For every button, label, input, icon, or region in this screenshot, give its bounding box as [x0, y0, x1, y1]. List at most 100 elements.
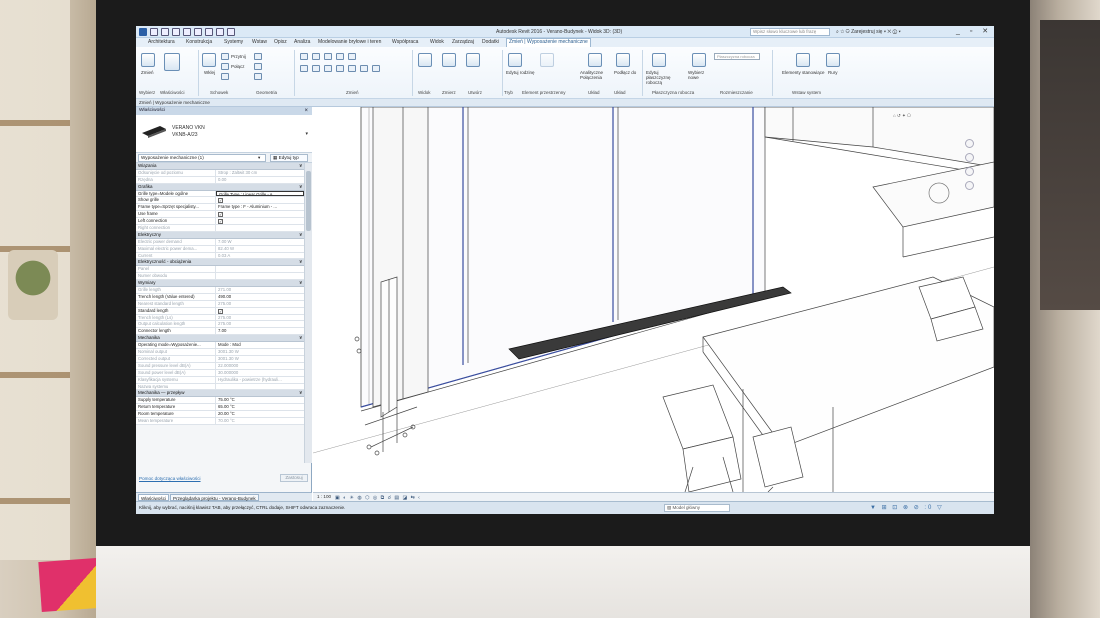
steering-wheel-icon[interactable] [965, 139, 974, 148]
tab-wspolpraca[interactable]: Współpraca [392, 39, 418, 45]
pick-new-icon[interactable] [692, 53, 706, 67]
paint-icon[interactable] [254, 73, 262, 80]
checkbox[interactable]: ✓ [218, 212, 223, 218]
type-selector[interactable]: VERANO VKN VKNB-A/23 ▾ [136, 115, 312, 153]
property-value[interactable]: 490.00 [216, 294, 304, 300]
property-row[interactable]: Frame type=Sprzęt specjalisty... Frame ty… [136, 204, 304, 212]
property-row[interactable]: Supply temperature 75.00 °C [136, 397, 304, 405]
sign-in-link[interactable]: ⌕ ☆ ⚇ Zarejestruj się ▾ ✕ ⓘ ▾ [836, 29, 901, 35]
scrollbar-thumb[interactable] [306, 171, 311, 231]
property-row[interactable]: Return temperature 65.00 °C [136, 404, 304, 412]
tab-dodatki[interactable]: Dodatki [482, 39, 499, 45]
property-value[interactable]: ✓ [216, 197, 304, 204]
property-value[interactable]: ✓ [216, 211, 304, 218]
print-icon[interactable] [194, 28, 202, 36]
property-row[interactable]: Room temperature 20.00 °C [136, 411, 304, 418]
collapse-icon[interactable]: ¥ [299, 390, 302, 396]
property-row[interactable]: Standard length ✓ [136, 307, 304, 315]
split-icon[interactable] [348, 53, 356, 60]
view-icon[interactable] [418, 53, 432, 67]
duct-icon[interactable] [826, 53, 840, 67]
analytical-connections-icon[interactable] [588, 53, 602, 67]
text-icon[interactable] [216, 28, 224, 36]
match-icon[interactable] [221, 73, 229, 80]
rotate-icon[interactable] [324, 65, 332, 72]
family-element-icon[interactable] [540, 53, 554, 67]
property-row[interactable]: Grille type=Modele ogólne Grille Type : L… [136, 190, 304, 198]
tab-analiza[interactable]: Analiza [294, 39, 310, 45]
cope-icon[interactable] [254, 53, 262, 60]
properties-icon[interactable] [164, 53, 180, 71]
checkbox[interactable]: ✓ [218, 219, 223, 225]
mirror-axis-icon[interactable] [324, 53, 332, 60]
align-icon[interactable] [300, 53, 308, 60]
property-row[interactable]: Operating mode=Wyposażenie... Mode : Mod [136, 342, 304, 350]
property-group-header[interactable]: Mechanika ¥ [136, 335, 304, 343]
close-icon[interactable]: × [304, 107, 308, 115]
tab-systemy[interactable]: Systemy [224, 39, 243, 45]
properties-help-link[interactable]: Pomoc dotycząca właściwości [139, 476, 201, 481]
property-value[interactable]: Grille Type : Linear Grille - A... [216, 190, 304, 197]
zoom-icon[interactable] [965, 153, 974, 162]
property-value[interactable]: Frame type : F - Aluminium - ... [216, 204, 304, 210]
tab-modify-mechanical[interactable]: Zmień | Wyposażenie mechaniczne [506, 38, 591, 47]
edit-type-button[interactable]: ▦ Edytuj typ [270, 154, 308, 162]
status-filter-icons[interactable]: ▼ ⊞ ⊡ ⊗ ⊘ :0 ▽ [870, 504, 944, 511]
modify-cursor-icon[interactable] [141, 53, 155, 67]
tab-konstrukcja[interactable]: Konstrukcja [186, 39, 212, 45]
property-row[interactable]: Trench length (Value entered) 490.00 [136, 293, 304, 301]
tab-project-browser[interactable]: Przeglądarka projektu - Verano-Budynek [170, 494, 259, 501]
workplane-field[interactable]: Płaszczyzna robocza [714, 53, 760, 60]
active-model-selector[interactable]: ▧ Model główny [664, 504, 730, 512]
chevron-down-icon[interactable]: ▾ [258, 155, 260, 161]
property-value[interactable]: 7.00 [216, 328, 304, 334]
property-value[interactable]: Mode : Mod [216, 342, 304, 348]
measure-icon[interactable] [205, 28, 213, 36]
property-value[interactable]: 75.00 °C [216, 397, 304, 403]
app-menu-icon[interactable] [139, 28, 147, 36]
property-group-header[interactable]: Elektryczność - obciążenia ¥ [136, 259, 304, 267]
model-3d-drawing[interactable] [313, 107, 994, 492]
copy-element-icon[interactable] [312, 65, 320, 72]
system-elements-icon[interactable] [796, 53, 810, 67]
cut-icon[interactable] [221, 53, 229, 60]
view-scale[interactable]: 1 : 100 [317, 494, 331, 499]
collapse-icon[interactable]: ¥ [299, 335, 302, 341]
move-icon[interactable] [300, 65, 308, 72]
edit-workplane-icon[interactable] [652, 53, 666, 67]
array-icon[interactable] [348, 65, 356, 72]
save-icon[interactable] [161, 28, 169, 36]
property-group-header[interactable]: Wymiary ¥ [136, 280, 304, 288]
tab-zarzadzaj[interactable]: Zarządzaj [452, 39, 474, 45]
instance-selector[interactable]: Wyposażenie mechaniczne (1) [138, 154, 266, 162]
pan-icon[interactable] [965, 167, 974, 176]
search-input[interactable]: Wpisz słowo kluczowe lub frazę [750, 28, 830, 36]
3d-view-icon[interactable] [227, 28, 235, 36]
3d-viewport[interactable]: ⌂ ↺ ✦ ⎔ [313, 107, 994, 492]
property-row[interactable]: Use frame ✓ [136, 211, 304, 219]
undo-icon[interactable] [172, 28, 180, 36]
collapse-icon[interactable]: ¥ [299, 184, 302, 190]
mirror-draw-icon[interactable] [336, 53, 344, 60]
window-controls[interactable]: _ ▫ ✕ [956, 27, 992, 35]
delete-icon[interactable] [372, 65, 380, 72]
property-group-header[interactable]: Elektryczny ¥ [136, 231, 304, 239]
tab-architektura[interactable]: Architektura [148, 39, 175, 45]
property-value[interactable]: 20.00 °C [216, 411, 304, 417]
properties-scrollbar[interactable] [304, 163, 312, 463]
copy-icon[interactable] [221, 63, 229, 70]
tab-modelowanie[interactable]: Modelowanie bryłowe i teren [318, 39, 381, 45]
offset-icon[interactable] [312, 53, 320, 60]
checkbox[interactable]: ✓ [218, 198, 223, 204]
property-group-header[interactable]: Mechanika — przepływ ¥ [136, 390, 304, 398]
property-row[interactable]: Show grille ✓ [136, 197, 304, 205]
chevron-down-icon[interactable]: ▾ [305, 131, 308, 137]
open-icon[interactable] [150, 28, 158, 36]
tab-opisz[interactable]: Opisz [274, 39, 287, 45]
apply-button[interactable]: Zastosuj [280, 474, 308, 482]
property-value[interactable]: ✓ [216, 218, 304, 225]
property-value[interactable]: ✓ [216, 308, 304, 314]
property-row[interactable]: Connector length 7.00 [136, 328, 304, 336]
tab-widok[interactable]: Widok [430, 39, 444, 45]
tab-properties[interactable]: Właściwości [138, 494, 170, 501]
